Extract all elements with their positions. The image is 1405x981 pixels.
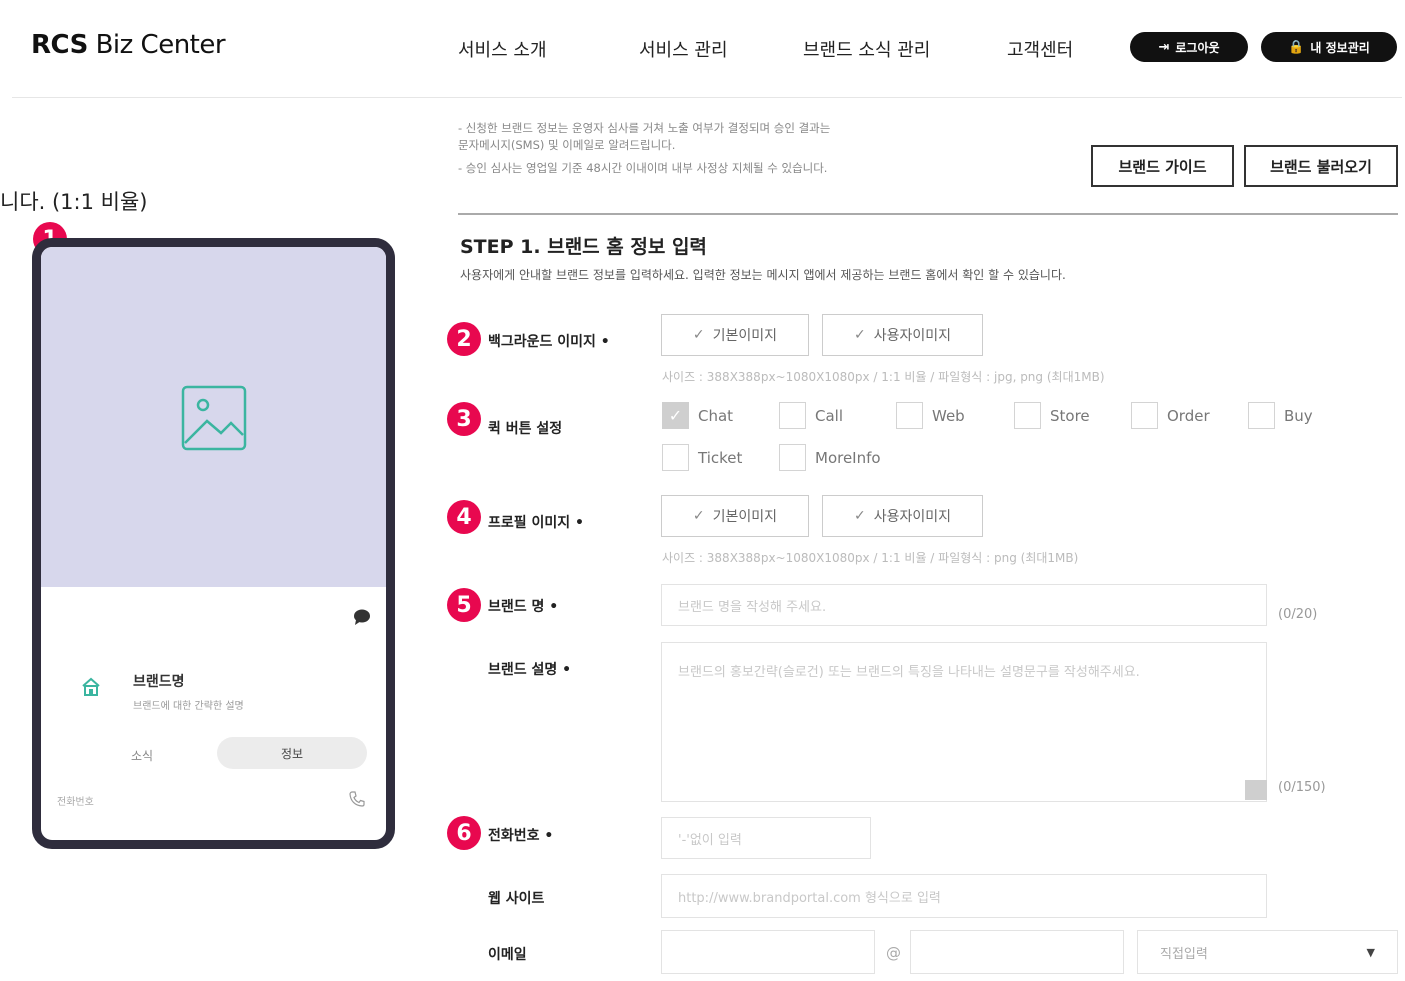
email-domain-select[interactable]: 직접입력 ▼ xyxy=(1137,930,1398,974)
phone-icon xyxy=(349,791,365,807)
logout-icon: ⇥ xyxy=(1158,39,1170,55)
step-badge-5: 5 xyxy=(447,588,481,622)
quick-chat-checkbox[interactable]: ✓ xyxy=(662,402,689,429)
phone-label: 전화번호 • xyxy=(488,828,554,844)
step-description: 사용자에게 안내할 브랜드 정보를 입력하세요. 입력한 정보는 메시지 앱에서… xyxy=(460,268,1066,282)
quick-order-checkbox[interactable] xyxy=(1131,402,1158,429)
step-badge-6: 6 xyxy=(447,816,481,850)
background-default-image-button[interactable]: ✓ 기본이미지 xyxy=(661,314,809,356)
email-id-input[interactable] xyxy=(661,930,875,974)
quick-call-label: Call xyxy=(815,407,844,425)
check-icon: ✓ xyxy=(692,327,705,343)
quick-call-checkbox[interactable] xyxy=(779,402,806,429)
background-image-label: 백그라운드 이미지 • xyxy=(488,334,610,350)
profile-size-hint: 사이즈 : 388X388px~1080X1080px / 1:1 비율 / 파… xyxy=(662,551,1079,565)
brand-load-button[interactable]: 브랜드 불러오기 xyxy=(1244,145,1398,187)
quick-ticket-checkbox[interactable] xyxy=(662,444,689,471)
chat-bubble-icon xyxy=(354,609,370,625)
brand-name-counter: (0/20) xyxy=(1278,607,1318,622)
home-icon xyxy=(82,677,100,696)
brand-name-input[interactable]: 브랜드 명을 작성해 주세요. xyxy=(661,584,1267,626)
quick-moreinfo-checkbox[interactable] xyxy=(779,444,806,471)
profile-default-image-button[interactable]: ✓ 기본이미지 xyxy=(661,495,809,537)
background-size-hint: 사이즈 : 388X388px~1080X1080px / 1:1 비율 / 파… xyxy=(662,370,1105,384)
image-placeholder-icon xyxy=(181,385,247,451)
website-input[interactable]: http://www.brandportal.com 형식으로 입력 xyxy=(661,874,1267,918)
quick-moreinfo-label: MoreInfo xyxy=(815,449,881,467)
nav-customer-center[interactable]: 고객센터 xyxy=(1007,36,1073,62)
check-icon: ✓ xyxy=(692,508,705,524)
email-at-sign: @ xyxy=(886,944,901,962)
nav-service-manage[interactable]: 서비스 관리 xyxy=(639,36,728,62)
website-label: 웹 사이트 xyxy=(488,891,545,907)
step-badge-3: 3 xyxy=(447,402,481,436)
caret-down-icon: ▼ xyxy=(1366,945,1375,959)
background-user-image-button[interactable]: ✓ 사용자이미지 xyxy=(822,314,983,356)
phone-preview: 브랜드명 브랜드에 대한 간략한 설명 소식 정보 전화번호 xyxy=(32,238,395,849)
quick-order-label: Order xyxy=(1167,407,1210,425)
ratio-note: 니다. (1:1 비율) xyxy=(0,190,148,214)
header-divider xyxy=(12,97,1402,98)
logout-button[interactable]: ⇥ 로그아웃 xyxy=(1130,32,1248,62)
nav-service-intro[interactable]: 서비스 소개 xyxy=(458,36,547,62)
quick-button-label: 퀵 버튼 설정 xyxy=(488,421,563,437)
notice-text: - 신청한 브랜드 정보는 운영자 심사를 거쳐 노출 여부가 결정되며 승인 … xyxy=(458,121,831,175)
preview-tab-news: 소식 xyxy=(131,749,154,763)
top-header: RCS Biz Center 서비스 소개 서비스 관리 브랜드 소식 관리 고… xyxy=(0,0,1405,97)
profile-image-label: 프로필 이미지 • xyxy=(488,515,584,531)
brand-desc-textarea[interactable]: 브랜드의 홍보간략(슬로건) 또는 브랜드의 특징을 나타내는 설명문구를 작성… xyxy=(661,642,1267,802)
phone-input[interactable]: '-'없이 입력 xyxy=(661,817,871,859)
brand-desc-label: 브랜드 설명 • xyxy=(488,662,572,678)
preview-tab-info: 정보 xyxy=(217,737,367,769)
email-domain-input[interactable] xyxy=(910,930,1124,974)
check-icon: ✓ xyxy=(853,508,866,524)
quick-buy-label: Buy xyxy=(1284,407,1313,425)
resize-grip-icon[interactable] xyxy=(1245,780,1267,800)
lock-icon: 🔒 xyxy=(1288,39,1305,55)
quick-buy-checkbox[interactable] xyxy=(1248,402,1275,429)
preview-phone-label: 전화번호 xyxy=(57,797,94,808)
section-divider xyxy=(458,213,1398,215)
brand-desc-counter: (0/150) xyxy=(1278,780,1326,795)
step-badge-4: 4 xyxy=(447,500,481,534)
step-badge-2: 2 xyxy=(447,322,481,356)
preview-brand-name: 브랜드명 xyxy=(133,674,185,690)
check-icon: ✓ xyxy=(853,327,866,343)
profile-user-image-button[interactable]: ✓ 사용자이미지 xyxy=(822,495,983,537)
preview-brand-desc: 브랜드에 대한 간략한 설명 xyxy=(133,701,244,712)
nav-brand-news[interactable]: 브랜드 소식 관리 xyxy=(803,36,930,62)
quick-store-checkbox[interactable] xyxy=(1014,402,1041,429)
quick-store-label: Store xyxy=(1050,407,1090,425)
logo[interactable]: RCS Biz Center xyxy=(31,30,226,60)
quick-chat-label: Chat xyxy=(698,407,734,425)
brand-guide-button[interactable]: 브랜드 가이드 xyxy=(1091,145,1234,187)
brand-name-label: 브랜드 명 • xyxy=(488,599,559,615)
my-info-button[interactable]: 🔒 내 정보관리 xyxy=(1261,32,1397,62)
quick-web-label: Web xyxy=(932,407,965,425)
quick-web-checkbox[interactable] xyxy=(896,402,923,429)
quick-ticket-label: Ticket xyxy=(698,449,743,467)
step-title: STEP 1. 브랜드 홈 정보 입력 xyxy=(460,236,707,258)
email-label: 이메일 xyxy=(488,947,527,963)
